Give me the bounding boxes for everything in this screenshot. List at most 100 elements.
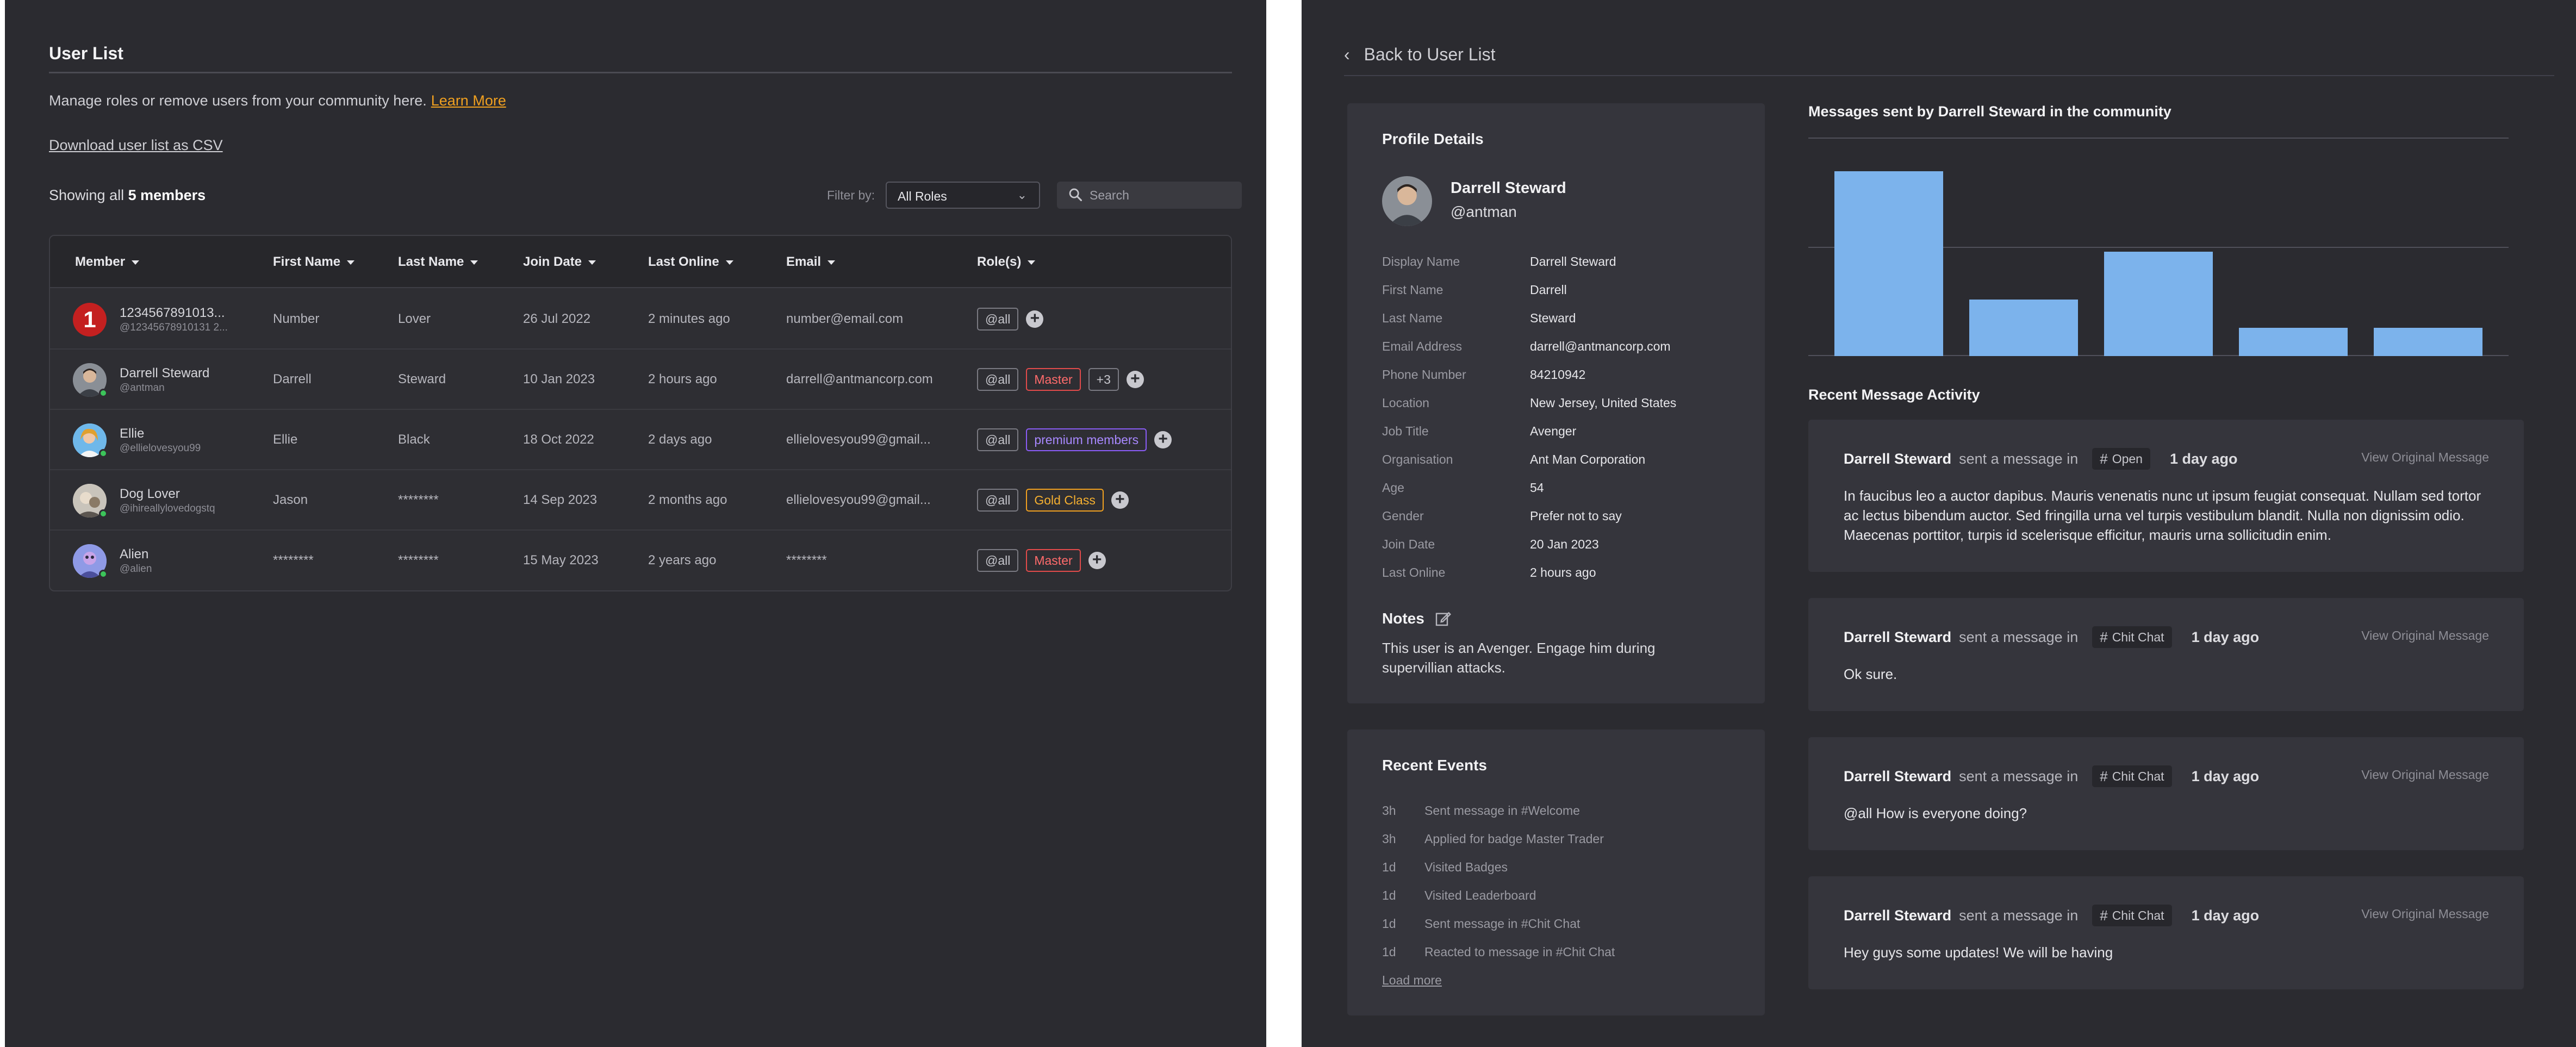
view-original-message-link[interactable]: View Original Message bbox=[2361, 768, 2489, 782]
last-name-cell: ******** bbox=[398, 493, 439, 507]
field-label: Gender bbox=[1382, 509, 1424, 523]
role-chip-master[interactable]: Master bbox=[1026, 549, 1081, 572]
last-online-cell: 2 hours ago bbox=[648, 372, 717, 387]
first-name-cell: ******** bbox=[273, 553, 314, 568]
chart-title: Messages sent by Darrell Steward in the … bbox=[1808, 103, 2171, 120]
channel-tag[interactable]: # Chit Chat bbox=[2092, 765, 2172, 787]
back-to-user-list-link[interactable]: ‹ Back to User List bbox=[1344, 45, 1496, 65]
column-first-name[interactable]: First Name bbox=[273, 254, 355, 270]
role-chip-all[interactable]: @all bbox=[977, 308, 1019, 331]
search-placeholder: Search bbox=[1090, 188, 1129, 202]
hash-icon: # bbox=[2100, 628, 2108, 645]
message-time: 1 day ago bbox=[2191, 768, 2260, 784]
search-icon bbox=[1069, 188, 1082, 202]
field-value: Steward bbox=[1530, 311, 1576, 325]
column-member[interactable]: Member bbox=[75, 254, 140, 270]
message-body: In faucibus leo a auctor dapibus. Mauris… bbox=[1844, 488, 2481, 543]
member-name: 1234567891013... bbox=[120, 306, 225, 320]
chart-bar[interactable] bbox=[2104, 252, 2213, 356]
role-chip-premium[interactable]: premium members bbox=[1026, 428, 1147, 451]
message-header: Darrell Steward sent a message in # Open … bbox=[1844, 448, 2238, 470]
column-roles[interactable]: Role(s) bbox=[977, 254, 1036, 270]
chart-bar[interactable] bbox=[2374, 328, 2482, 356]
column-last-name[interactable]: Last Name bbox=[398, 254, 478, 270]
field-value: 84210942 bbox=[1530, 367, 1586, 382]
email-cell: number@email.com bbox=[786, 311, 904, 326]
add-role-icon[interactable]: + bbox=[1154, 431, 1172, 448]
view-original-message-link[interactable]: View Original Message bbox=[2361, 450, 2489, 465]
view-original-message-link[interactable]: View Original Message bbox=[2361, 907, 2489, 921]
showing-prefix: Showing all bbox=[49, 187, 125, 203]
event-time: 3h bbox=[1382, 803, 1396, 818]
member-count: Showing all 5 members bbox=[49, 187, 206, 204]
role-chip-gold[interactable]: Gold Class bbox=[1026, 489, 1104, 512]
chart-bar[interactable] bbox=[1834, 171, 1943, 356]
field-label: Job Title bbox=[1382, 424, 1429, 438]
channel-tag[interactable]: # Chit Chat bbox=[2092, 626, 2172, 648]
add-role-icon[interactable]: + bbox=[1088, 552, 1106, 569]
role-chip-all[interactable]: @all bbox=[977, 489, 1019, 512]
online-status-icon bbox=[99, 509, 108, 518]
avatar-badge: 1 bbox=[83, 307, 96, 332]
table-row[interactable]: Alien @alien ******** ******** 15 May 20… bbox=[50, 531, 1231, 590]
description-text: Manage roles or remove users from your c… bbox=[49, 92, 427, 109]
profile-details-title: Profile Details bbox=[1382, 130, 1484, 147]
event-time: 1d bbox=[1382, 888, 1396, 902]
column-join-date[interactable]: Join Date bbox=[523, 254, 596, 270]
notes-title: Notes bbox=[1382, 610, 1424, 627]
sort-icon bbox=[347, 260, 355, 265]
role-chip-master[interactable]: Master bbox=[1026, 368, 1081, 391]
sent-text: sent a message in bbox=[1959, 768, 2079, 784]
join-date-cell: 15 May 2023 bbox=[523, 553, 599, 568]
event-text: Reacted to message in #Chit Chat bbox=[1424, 945, 1615, 959]
message-sender: Darrell Steward bbox=[1844, 628, 1952, 645]
column-last-online[interactable]: Last Online bbox=[648, 254, 733, 270]
field-value: darrell@antmancorp.com bbox=[1530, 339, 1671, 353]
last-online-cell: 2 days ago bbox=[648, 432, 712, 447]
event-time: 1d bbox=[1382, 860, 1396, 874]
role-chip-more[interactable]: +3 bbox=[1088, 368, 1119, 391]
filter-label: Filter by: bbox=[827, 188, 875, 202]
role-chip-all[interactable]: @all bbox=[977, 428, 1019, 451]
role-chip-all[interactable]: @all bbox=[977, 368, 1019, 391]
recent-activity-title: Recent Message Activity bbox=[1808, 387, 1980, 403]
channel-tag[interactable]: # Open bbox=[2092, 448, 2150, 470]
table-row[interactable]: Darrell Steward @antman Darrell Steward … bbox=[50, 350, 1231, 410]
member-handle: @12345678910131 2... bbox=[120, 322, 228, 333]
add-role-icon[interactable]: + bbox=[1126, 371, 1144, 388]
user-table: Member First Name Last Name Join Date La… bbox=[49, 235, 1232, 591]
learn-more-link[interactable]: Learn More bbox=[431, 92, 506, 109]
event-text: Applied for badge Master Trader bbox=[1424, 832, 1604, 846]
first-name-cell: Darrell bbox=[273, 372, 312, 387]
download-csv-link[interactable]: Download user list as CSV bbox=[49, 137, 223, 154]
message-time: 1 day ago bbox=[2191, 907, 2260, 924]
field-value: Ant Man Corporation bbox=[1530, 452, 1646, 466]
channel-tag[interactable]: # Chit Chat bbox=[2092, 905, 2172, 926]
member-name: Dog Lover bbox=[120, 487, 180, 501]
member-handle: @antman bbox=[120, 382, 165, 394]
role-filter-select[interactable]: All Roles ⌄ bbox=[886, 182, 1040, 209]
hash-icon: # bbox=[2100, 768, 2108, 784]
field-value: Darrell Steward bbox=[1530, 254, 1616, 269]
sent-text: sent a message in bbox=[1959, 907, 2079, 924]
message-header: Darrell Steward sent a message in # Chit … bbox=[1844, 905, 2259, 926]
edit-icon[interactable] bbox=[1434, 610, 1452, 627]
load-more-link[interactable]: Load more bbox=[1382, 973, 1442, 988]
chart-bar[interactable] bbox=[2239, 328, 2348, 356]
field-value: Prefer not to say bbox=[1530, 509, 1622, 523]
online-status-icon bbox=[99, 449, 108, 458]
profile-handle: @antman bbox=[1451, 203, 1517, 220]
sort-icon bbox=[588, 260, 596, 265]
table-row[interactable]: Ellie @ellielovesyou99 Ellie Black 18 Oc… bbox=[50, 410, 1231, 470]
table-row[interactable]: 1 1234567891013... @12345678910131 2... … bbox=[50, 289, 1231, 350]
view-original-message-link[interactable]: View Original Message bbox=[2361, 628, 2489, 643]
table-row[interactable]: Dog Lover @ihireallylovedogstq Jason ***… bbox=[50, 470, 1231, 531]
add-role-icon[interactable]: + bbox=[1026, 310, 1044, 328]
search-input[interactable]: Search bbox=[1057, 182, 1242, 209]
role-chip-all[interactable]: @all bbox=[977, 549, 1019, 572]
add-role-icon[interactable]: + bbox=[1111, 491, 1129, 509]
email-cell: ******** bbox=[786, 553, 827, 568]
column-email[interactable]: Email bbox=[786, 254, 836, 270]
last-online-cell: 2 minutes ago bbox=[648, 311, 730, 326]
chart-bar[interactable] bbox=[1969, 300, 2078, 356]
